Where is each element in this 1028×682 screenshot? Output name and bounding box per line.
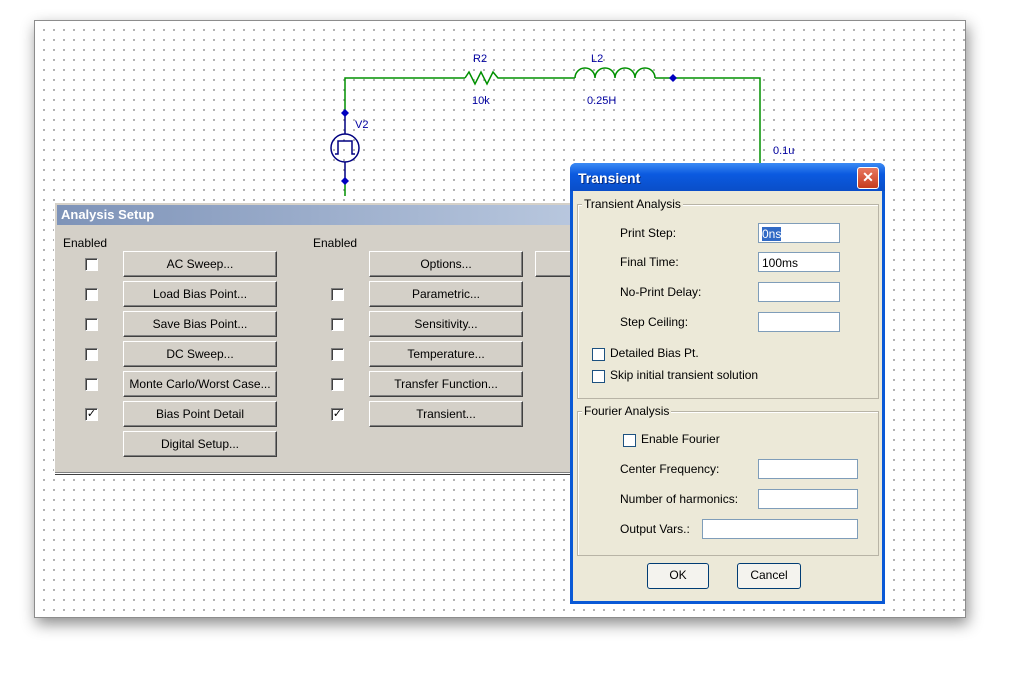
transient-group-title: Transient Analysis: [582, 197, 683, 211]
transient-dialog: Transient ✕ Transient Analysis Print Ste…: [570, 163, 885, 604]
fourier-analysis-group: Fourier Analysis Enable Fourier Center F…: [577, 404, 879, 556]
step-ceiling-label: Step Ceiling:: [620, 315, 689, 329]
analysis-button[interactable]: Save Bias Point...: [123, 311, 277, 337]
harmonics-label: Number of harmonics:: [620, 492, 739, 506]
output-vars-field[interactable]: [702, 519, 858, 539]
analysis-setup-dialog: Analysis Setup Enabled Enabled AC Sweep.…: [54, 202, 576, 474]
final-time-field[interactable]: 100ms: [758, 252, 840, 272]
enabled-label-left: Enabled: [63, 236, 108, 250]
analysis-button[interactable]: Digital Setup...: [123, 431, 277, 457]
enable-checkbox[interactable]: [331, 318, 344, 331]
enable-checkbox[interactable]: [85, 288, 98, 301]
no-print-delay-field[interactable]: [758, 282, 840, 302]
analysis-button[interactable]: Load Bias Point...: [123, 281, 277, 307]
enable-checkbox[interactable]: [331, 378, 344, 391]
analysis-button[interactable]: Sensitivity...: [369, 311, 523, 337]
enable-checkbox[interactable]: ✓: [331, 408, 344, 421]
resistor-r2: [464, 70, 500, 86]
v2-name-label: V2: [355, 119, 369, 131]
transient-analysis-group: Transient Analysis Print Step: 0ns Final…: [577, 197, 879, 399]
cancel-button[interactable]: Cancel: [737, 563, 801, 589]
enable-fourier-label: Enable Fourier: [641, 432, 720, 446]
close-icon: ✕: [862, 169, 874, 185]
analysis-button[interactable]: Options...: [369, 251, 523, 277]
detailed-bias-checkbox[interactable]: [592, 348, 605, 361]
enable-checkbox[interactable]: ✓: [85, 408, 98, 421]
enable-fourier-checkbox[interactable]: [623, 434, 636, 447]
analysis-button[interactable]: Temperature...: [369, 341, 523, 367]
analysis-button[interactable]: AC Sweep...: [123, 251, 277, 277]
analysis-button[interactable]: Monte Carlo/Worst Case...: [123, 371, 277, 397]
no-print-delay-label: No-Print Delay:: [620, 285, 702, 299]
analysis-button[interactable]: Transfer Function...: [369, 371, 523, 397]
enabled-label-right: Enabled: [313, 236, 358, 250]
skip-initial-checkbox[interactable]: [592, 370, 605, 383]
analysis-button[interactable]: Transient...: [369, 401, 523, 427]
print-step-label: Print Step:: [620, 226, 677, 240]
close-button[interactable]: ✕: [857, 167, 879, 189]
analysis-button[interactable]: Bias Point Detail: [123, 401, 277, 427]
enable-checkbox[interactable]: [85, 378, 98, 391]
analysis-button[interactable]: Parametric...: [369, 281, 523, 307]
enable-checkbox[interactable]: [331, 288, 344, 301]
print-step-field[interactable]: 0ns: [758, 223, 840, 243]
capacitor-value-label: 0.1u: [773, 145, 795, 157]
output-vars-label: Output Vars.:: [620, 522, 690, 536]
analysis-button[interactable]: DC Sweep...: [123, 341, 277, 367]
harmonics-field[interactable]: [758, 489, 858, 509]
enable-checkbox[interactable]: [331, 348, 344, 361]
r2-name-label: R2: [473, 53, 488, 65]
transient-title: Transient: [570, 163, 885, 191]
center-frequency-field[interactable]: [758, 459, 858, 479]
detailed-bias-label: Detailed Bias Pt.: [610, 346, 699, 360]
fourier-group-title: Fourier Analysis: [582, 404, 672, 418]
partial-button[interactable]: [535, 251, 573, 277]
final-time-label: Final Time:: [620, 255, 679, 269]
l2-value-label: 0.25H: [587, 95, 617, 107]
skip-initial-label: Skip initial transient solution: [610, 368, 759, 382]
ok-button[interactable]: OK: [647, 563, 709, 589]
r2-value-label: 10k: [472, 95, 490, 107]
l2-name-label: L2: [591, 53, 604, 65]
enable-checkbox[interactable]: [85, 258, 98, 271]
enable-checkbox[interactable]: [85, 318, 98, 331]
step-ceiling-field[interactable]: [758, 312, 840, 332]
inductor-l2: [574, 67, 656, 79]
enable-checkbox[interactable]: [85, 348, 98, 361]
center-frequency-label: Center Frequency:: [620, 462, 720, 476]
analysis-setup-title: Analysis Setup: [57, 205, 573, 225]
